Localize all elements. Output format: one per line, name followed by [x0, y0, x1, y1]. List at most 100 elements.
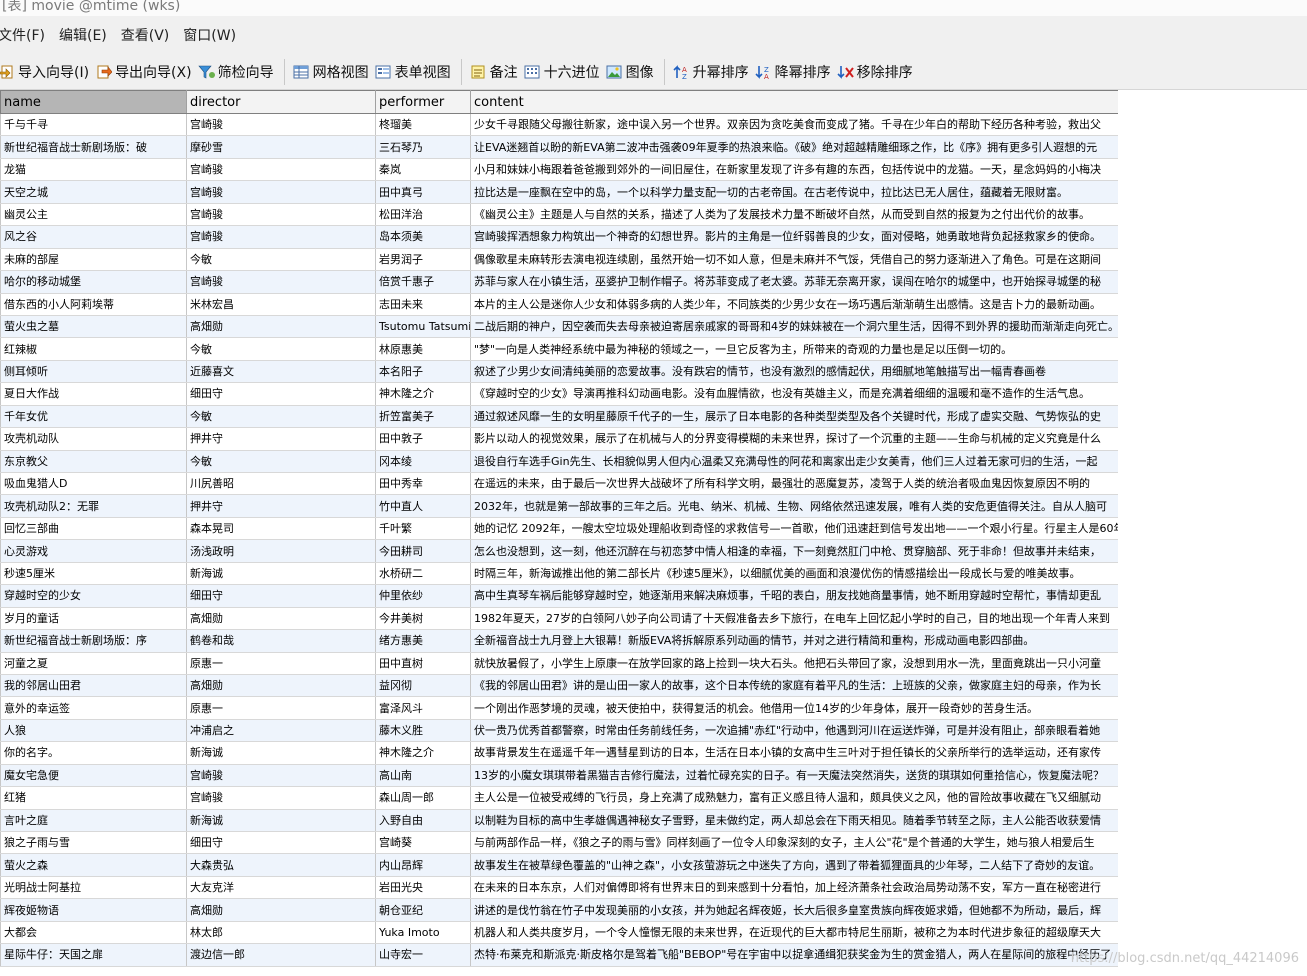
cell-performer[interactable]: 秦岚: [375, 158, 471, 182]
cell-content[interactable]: 《我的邻居山田君》讲的是山田一家人的故事，这个日本传统的家庭有着平凡的生活：上班…: [470, 674, 1119, 698]
cell-name[interactable]: 千年女优: [0, 405, 187, 429]
table-row[interactable]: 狼之子雨与雪 细田守 宫崎葵 与前两部作品一样，《狼之子的雨与雪》同样刻画了一位令人印…: [0, 831, 1119, 855]
cell-content[interactable]: 讲述的是伐竹翁在竹子中发现美丽的小女孩，并为她起名辉夜姬，长大后很多皇室贵族向辉…: [470, 898, 1119, 922]
cell-director[interactable]: 细田守: [186, 831, 376, 855]
cell-performer[interactable]: 折笠富美子: [375, 405, 471, 429]
cell-director[interactable]: 高畑勋: [186, 315, 376, 339]
cell-name[interactable]: 幽灵公主: [0, 203, 187, 227]
cell-director[interactable]: 新海诚: [186, 741, 376, 765]
cell-name[interactable]: 辉夜姬物语: [0, 898, 187, 922]
cell-performer[interactable]: 益冈彻: [375, 674, 471, 698]
cell-content[interactable]: 偶像歌星未麻转形去演电视连续剧，虽然开始一切不如人意，但是未麻并不气馁，凭借自己…: [470, 248, 1119, 272]
cell-name[interactable]: 攻壳机动队2：无罪: [0, 494, 187, 518]
table-row[interactable]: 千年女优 今敏 折笠富美子 通过叙述风靡一生的女明星藤原千代子的一生，展示了日本电影的…: [0, 405, 1119, 429]
cell-content[interactable]: 时隔三年，新海诚推出他的第二部长片《秒速5厘米》，以细腻优美的画面和浪漫优伤的情…: [470, 562, 1119, 586]
cell-content[interactable]: 全新福音战士九月登上大银幕！新版EVA将拆解原系列动画的情节，并对之进行精简和重…: [470, 629, 1119, 653]
cell-director[interactable]: 川尻善昭: [186, 472, 376, 496]
cell-director[interactable]: 鹤卷和哉: [186, 629, 376, 653]
cell-director[interactable]: 宫崎骏: [186, 225, 376, 249]
table-row[interactable]: 岁月的童话 高畑勋 今井美树 1982年夏天，27岁的白领阿八妙子向公司请了十天假准备…: [0, 607, 1119, 631]
cell-performer[interactable]: 田中直树: [375, 652, 471, 675]
sort-descending-button[interactable]: ZA 降幂排序: [753, 57, 835, 87]
cell-name[interactable]: 夏日大作战: [0, 382, 187, 406]
cell-content[interactable]: 二战后期的神户，因空袭而失去母亲被迫寄居亲戚家的哥哥和4岁的妹妹被在一个洞穴里生…: [470, 315, 1119, 339]
cell-director[interactable]: 近藤喜文: [186, 360, 376, 384]
table-row[interactable]: 借东西的小人阿莉埃蒂 米林宏昌 志田未来 本片的主人公是迷你人少女和体弱多病的人类少年…: [0, 293, 1119, 316]
cell-content[interactable]: 13岁的小魔女琪琪带着黑猫吉吉修行魔法，过着忙碌充实的日子。有一天魔法突然消失，…: [470, 764, 1119, 788]
cell-name[interactable]: 魔女宅急便: [0, 764, 187, 788]
cell-content[interactable]: 2032年，也就是第一部故事的三年之后。光电、纳米、机械、生物、网络依然迅速发展…: [470, 494, 1119, 518]
table-row[interactable]: 侧耳倾听 近藤喜文 本名阳子 叙述了少男少女间清纯美丽的恋爱故事。没有跌宕的情节，也没…: [0, 360, 1119, 384]
column-header-director[interactable]: director: [186, 90, 376, 114]
table-row[interactable]: 天空之城 宫崎骏 田中真弓 拉比达是一座飘在空中的岛，一个以科学力量支配一切的古老帝国…: [0, 180, 1119, 204]
cell-content[interactable]: 她的记忆 2092年，一艘太空垃圾处理船收到奇怪的求救信号—一首歌，他们迅速赶到…: [470, 517, 1119, 541]
table-row[interactable]: 龙猫 宫崎骏 秦岚 小月和妹妹小梅跟着爸爸搬到郊外的一间旧屋住，在新家里发现了许多有趣…: [0, 158, 1119, 182]
cell-performer[interactable]: 林原惠美: [375, 337, 471, 361]
cell-name[interactable]: 星际牛仔：天国之扉: [0, 943, 187, 967]
cell-performer[interactable]: 森山周一郎: [375, 786, 471, 810]
cell-content[interactable]: 《幽灵公主》主题是人与自然的关系，描述了人类为了发展技术力量不断破坏自然，从而受…: [470, 203, 1119, 227]
cell-director[interactable]: 原惠一: [186, 652, 376, 675]
cell-name[interactable]: 岁月的童话: [0, 607, 187, 631]
cell-performer[interactable]: 松田洋治: [375, 203, 471, 227]
menu-window[interactable]: 窗口(W): [183, 25, 236, 45]
cell-performer[interactable]: 山寺宏一: [375, 943, 471, 967]
cell-director[interactable]: 宫崎骏: [186, 158, 376, 182]
grid-view-button[interactable]: 网格视图: [291, 57, 373, 87]
cell-performer[interactable]: 藤木义胜: [375, 719, 471, 743]
cell-content[interactable]: 故事发生在被草绿色覆盖的"山神之森"，小女孩萤游玩之中迷失了方向，遇到了带着狐狸…: [470, 853, 1119, 877]
table-row[interactable]: 你的名字。 新海诚 神木隆之介 故事背景发生在遥遥千年一遇彗星到访的日本，生活在日本小…: [0, 741, 1119, 765]
cell-name[interactable]: 萤火虫之墓: [0, 315, 187, 339]
table-row[interactable]: 大都会 林太郎 Yuka Imoto 机器人和人类共度岁月，一个令人憧憬无限的未来世界…: [0, 921, 1119, 945]
cell-content[interactable]: 以制鞋为目标的高中生孝雄偶遇神秘女子雪野，星未做约定，两人却总会在下雨天相见。随…: [470, 809, 1119, 833]
table-row[interactable]: 光明战士阿基拉 大友克洋 岩田光央 在未来的日本东京，人们对偏傅即将有世界末日的到来感…: [0, 876, 1119, 900]
cell-performer[interactable]: 水桥研二: [375, 562, 471, 586]
cell-performer[interactable]: 竹中直人: [375, 494, 471, 518]
cell-content[interactable]: 与前两部作品一样，《狼之子的雨与雪》同样刻画了一位令人印象深刻的女子，主人公"花…: [470, 831, 1119, 855]
table-row[interactable]: 新世纪福音战士新剧场版：破 摩砂雪 三石琴乃 让EVA迷翘首以盼的新EVA第二波冲击强…: [0, 135, 1119, 159]
cell-performer[interactable]: 富泽风斗: [375, 696, 471, 720]
cell-name[interactable]: 新世纪福音战士新剧场版：序: [0, 629, 187, 653]
table-row[interactable]: 星际牛仔：天国之扉 渡边信一郎 山寺宏一 杰特·布莱克和斯派克·斯皮格尔是驾着飞船"B…: [0, 943, 1119, 967]
table-row[interactable]: 红猪 宫崎骏 森山周一郎 主人公是一位被受戒缚的飞行员，身上充满了成熟魅力，富有正义感…: [0, 786, 1119, 810]
sort-ascending-button[interactable]: AZ 升幂排序: [671, 57, 753, 87]
table-row[interactable]: 穿越时空的少女 细田守 仲里依纱 高中生真琴车祸后能够穿越时空，她逐渐用来解决麻烦事，…: [0, 584, 1119, 608]
menu-file[interactable]: 文件(F): [0, 25, 45, 45]
cell-performer[interactable]: 田中敦子: [375, 427, 471, 451]
table-row[interactable]: 意外的幸运签 原惠一 富泽风斗 一个刚出作恶梦境的灵魂，被天使拍中，获得复活的机会。他…: [0, 696, 1119, 720]
cell-content[interactable]: 小月和妹妹小梅跟着爸爸搬到郊外的一间旧屋住，在新家里发现了许多有趣的东西，包括传…: [470, 158, 1119, 182]
cell-director[interactable]: 宫崎骏: [186, 786, 376, 810]
cell-director[interactable]: 米林宏昌: [186, 293, 376, 316]
cell-content[interactable]: 苏菲与家人在小镇生活，巫婆护卫制作帽子。将苏菲变成了老太婆。苏菲无奈离开家，误闯…: [470, 270, 1119, 294]
cell-director[interactable]: 原惠一: [186, 696, 376, 720]
cell-name[interactable]: 穿越时空的少女: [0, 584, 187, 608]
cell-content[interactable]: 高中生真琴车祸后能够穿越时空，她逐渐用来解决麻烦事，千昭的表白，朋友找她商量事情…: [470, 584, 1119, 608]
cell-director[interactable]: 汤浅政明: [186, 539, 376, 563]
table-row[interactable]: 秒速5厘米 新海诚 水桥研二 时隔三年，新海诚推出他的第二部长片《秒速5厘米》，以细腻…: [0, 562, 1119, 586]
cell-name[interactable]: 红辣椒: [0, 337, 187, 361]
cell-performer[interactable]: Tsutomu Tatsumi: [375, 315, 471, 339]
cell-content[interactable]: 拉比达是一座飘在空中的岛，一个以科学力量支配一切的古老帝国。在古老传说中，拉比达…: [470, 180, 1119, 204]
memo-button[interactable]: 备注: [468, 57, 522, 87]
cell-director[interactable]: 高畑勋: [186, 898, 376, 922]
cell-content[interactable]: 叙述了少男少女间清纯美丽的恋爱故事。没有跌宕的情节，也没有激烈的感情起伏，用细腻…: [470, 360, 1119, 384]
cell-name[interactable]: 借东西的小人阿莉埃蒂: [0, 293, 187, 316]
cell-director[interactable]: 细田守: [186, 382, 376, 406]
cell-performer[interactable]: 朝仓亚纪: [375, 898, 471, 922]
cell-name[interactable]: 光明战士阿基拉: [0, 876, 187, 900]
cell-name[interactable]: 新世纪福音战士新剧场版：破: [0, 135, 187, 159]
cell-director[interactable]: 林太郎: [186, 921, 376, 945]
cell-director[interactable]: 冲浦启之: [186, 719, 376, 743]
cell-performer[interactable]: 倍赏千惠子: [375, 270, 471, 294]
table-row[interactable]: 心灵游戏 汤浅政明 今田耕司 怎么也没想到，这一刻，他还沉醉在与初恋梦中情人相逢的幸福…: [0, 539, 1119, 563]
table-row[interactable]: 河童之夏 原惠一 田中直树 就快放暑假了，小学生上原康一在放学回家的路上捡到一块大石头…: [0, 652, 1119, 675]
cell-performer[interactable]: 千叶繁: [375, 517, 471, 541]
table-row[interactable]: 辉夜姬物语 高畑勋 朝仓亚纪 讲述的是伐竹翁在竹子中发现美丽的小女孩，并为她起名辉夜姬…: [0, 898, 1119, 922]
cell-performer[interactable]: 田中秀幸: [375, 472, 471, 496]
table-row[interactable]: 我的邻居山田君 高畑勋 益冈彻 《我的邻居山田君》讲的是山田一家人的故事，这个日本传统…: [0, 674, 1119, 698]
form-view-button[interactable]: 表单视图: [373, 57, 455, 87]
image-button[interactable]: 图像: [604, 57, 658, 87]
cell-performer[interactable]: 本名阳子: [375, 360, 471, 384]
table-row[interactable]: 攻壳机动队2：无罪 押井守 竹中直人 2032年，也就是第一部故事的三年之后。光电、纳…: [0, 494, 1119, 518]
cell-content[interactable]: 主人公是一位被受戒缚的飞行员，身上充满了成熟魅力，富有正义感且待人温和，颇具侠义…: [470, 786, 1119, 810]
